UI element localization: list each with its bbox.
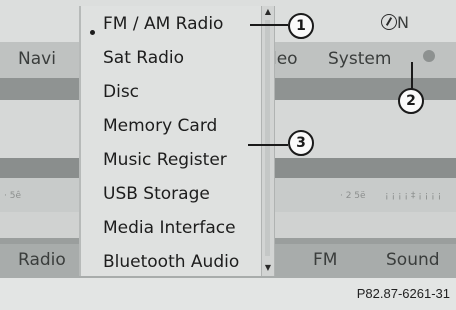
callout-2-leader	[411, 62, 413, 90]
scroll-up-icon[interactable]: ▲	[262, 7, 274, 17]
menu-item-media-interface[interactable]: Media Interface	[103, 218, 236, 238]
video-tab[interactable]: leo	[272, 49, 298, 69]
fm-tab[interactable]: FM	[313, 250, 337, 270]
callout-1: 1	[288, 13, 314, 39]
sound-tab[interactable]: Sound	[386, 250, 440, 270]
callout-2: 2	[398, 88, 424, 114]
audio-source-menu: FM / AM Radio Sat Radio Disc Memory Card…	[79, 6, 264, 276]
selected-bullet-icon	[90, 30, 95, 35]
system-tab[interactable]: System	[328, 49, 391, 69]
radio-tab[interactable]: Radio	[18, 250, 66, 270]
menu-item-disc[interactable]: Disc	[103, 82, 139, 102]
globe-icon	[423, 50, 435, 62]
menu-item-sat-radio[interactable]: Sat Radio	[103, 48, 184, 68]
scroll-thumb[interactable]	[265, 20, 270, 256]
menu-scrollbar[interactable]: ▲ ▼	[261, 6, 275, 276]
callout-3: 3	[288, 130, 314, 156]
menu-item-music-register[interactable]: Music Register	[103, 150, 227, 170]
callout-3-leader	[248, 144, 288, 146]
menu-item-bluetooth-audio[interactable]: Bluetooth Audio	[103, 252, 239, 272]
figure-reference: P82.87-6261-31	[356, 286, 450, 301]
compass-heading: N	[397, 13, 409, 32]
menu-item-memory-card[interactable]: Memory Card	[103, 116, 217, 136]
faint-text: · 2 5ë	[340, 191, 366, 201]
compass-icon	[381, 14, 397, 30]
menu-item-fm-am-radio[interactable]: FM / AM Radio	[103, 14, 223, 34]
faint-text: · 5ê	[4, 191, 21, 201]
callout-1-leader	[250, 24, 288, 26]
scroll-down-icon[interactable]: ▼	[262, 263, 274, 273]
faint-text: ¡ ¡ ¡ ¡ ‡ ¡ ¡ ¡ ¡	[385, 191, 442, 201]
navi-tab[interactable]: Navi	[18, 49, 56, 69]
menu-item-usb-storage[interactable]: USB Storage	[103, 184, 210, 204]
